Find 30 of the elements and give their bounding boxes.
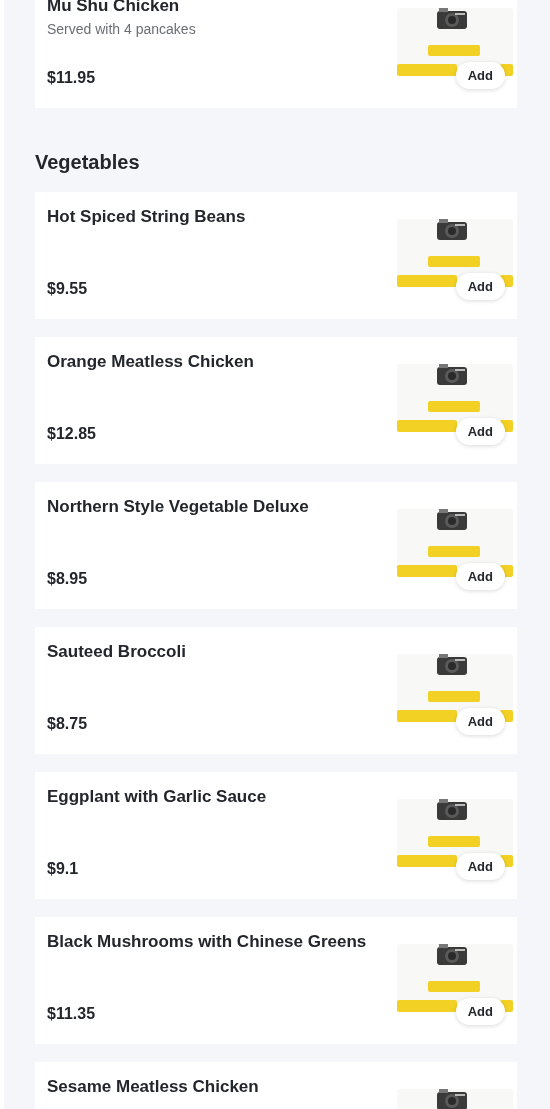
add-button[interactable]: Add [455,418,505,445]
item-price: $9.1 [47,860,79,878]
add-button[interactable]: Add [455,853,505,880]
add-button[interactable]: Add [455,563,505,590]
item-name: Hot Spiced String Beans [47,206,247,228]
add-button[interactable]: Add [455,273,505,300]
menu-item-card[interactable]: Hot Spiced String Beans $9.55 Add [35,192,517,319]
section-heading: Vegetables [35,150,141,174]
menu-item-card[interactable]: Sesame Meatless Chicken [35,1062,517,1109]
item-price: $8.75 [47,715,88,733]
menu-item-card[interactable]: Black Mushrooms with Chinese Greens $11.35 Add [35,917,517,1044]
item-name: Sesame Meatless Chicken [47,1076,260,1098]
add-button[interactable]: Add [455,998,505,1025]
menu-item-card[interactable]: Northern Style Vegetable Deluxe $8.95 Add [35,482,517,609]
add-button[interactable]: Add [455,62,505,89]
menu-item-card[interactable]: Orange Meatless Chicken $12.85 Add [35,337,517,464]
item-price: $11.35 [47,1005,96,1023]
item-name: Orange Meatless Chicken [47,351,255,373]
item-name: Eggplant with Garlic Sauce [47,786,268,808]
menu-item-card[interactable]: Sauteed Broccoli $8.75 Add [35,627,517,754]
item-price: $12.85 [47,425,96,443]
menu-item-card[interactable]: Eggplant with Garlic Sauce $9.1 Add [35,772,517,899]
item-price: $9.55 [47,280,88,298]
item-name: Black Mushrooms with Chinese Greens [47,931,368,953]
item-name: Sauteed Broccoli [47,641,187,663]
item-price: $11.95 [47,69,96,87]
item-name: Northern Style Vegetable Deluxe [47,496,310,518]
add-button[interactable]: Add [455,708,505,735]
item-description: Served with 4 pancakes [47,20,197,38]
item-price: $8.95 [47,570,88,588]
